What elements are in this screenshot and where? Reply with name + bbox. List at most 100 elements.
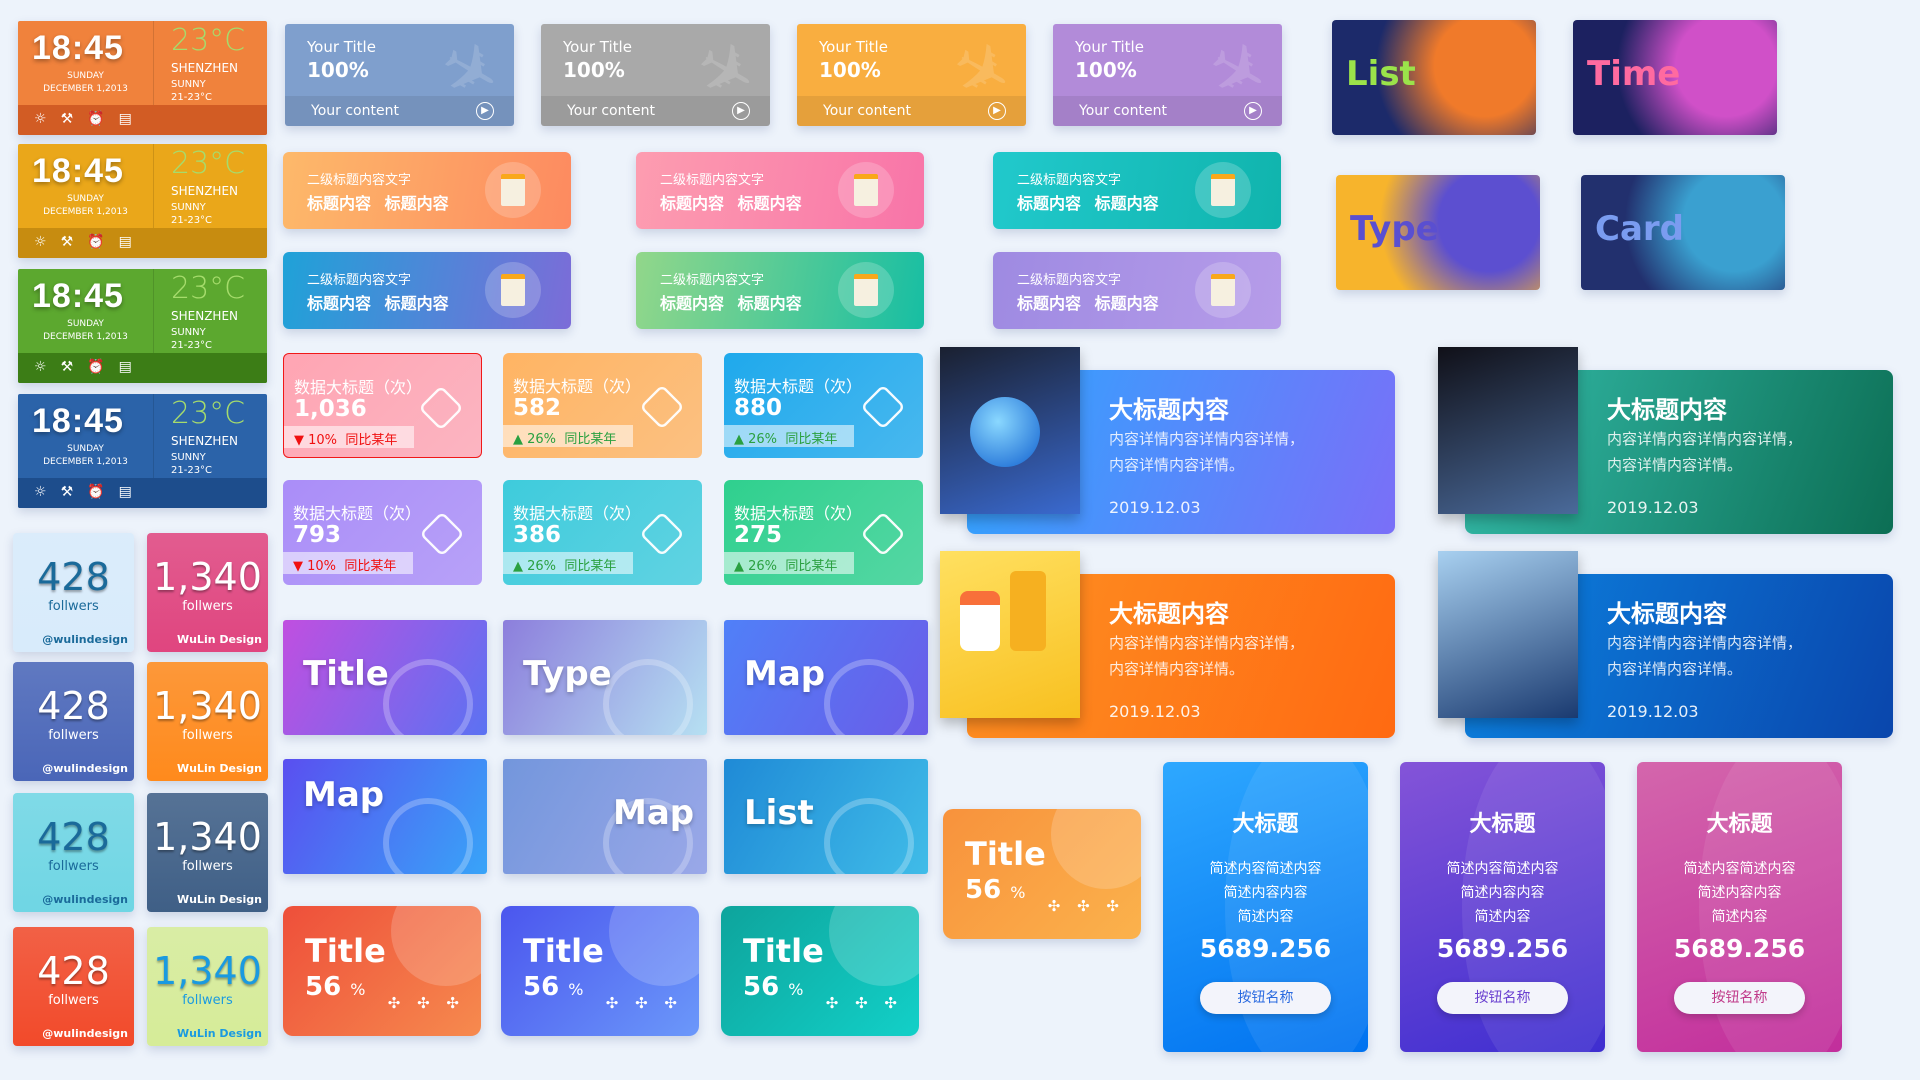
title-card[interactable]: ✈ Your Title 100% Your content ▶ — [541, 24, 770, 126]
follower-card[interactable]: 428 follwers @wulindesign — [13, 662, 134, 781]
arrow-right-icon[interactable]: ▶ — [476, 102, 494, 120]
wrench-icon[interactable]: ⚒ — [61, 111, 74, 129]
alarm-icon[interactable]: ⏰ — [87, 484, 104, 502]
secondary-title-card[interactable]: 二级标题内容文字 标题内容 标题内容 — [993, 152, 1281, 229]
image-card[interactable]: Type — [1336, 175, 1540, 290]
card-date: 2019.12.03 — [1109, 702, 1201, 721]
percent-unit: % — [788, 980, 804, 999]
secondary-title-card[interactable]: 二级标题内容文字 标题内容 标题内容 — [283, 252, 571, 329]
follower-handle: @wulindesign — [42, 893, 128, 906]
percent-card[interactable]: Title 56 % ✣ ✣ ✣ — [501, 906, 699, 1036]
image-card[interactable]: Time — [1573, 20, 1777, 135]
secondary-title-card[interactable]: 二级标题内容文字 标题内容 标题内容 — [993, 252, 1281, 329]
title-card[interactable]: ✈ Your Title 100% Your content ▶ — [285, 24, 514, 126]
cube-network-icon — [860, 511, 906, 557]
gradient-tile[interactable]: List — [724, 759, 928, 874]
wrench-icon[interactable]: ⚒ — [61, 484, 74, 502]
divider — [153, 144, 154, 228]
follower-handle: @wulindesign — [42, 633, 128, 646]
bulb-icon[interactable]: ☼ — [34, 111, 47, 129]
contact-card-icon[interactable]: ▤ — [119, 359, 132, 377]
data-stat-card[interactable]: 数据大标题（次） 275 ▲ 26% 同比某年 — [724, 480, 923, 585]
follower-label: follwers — [48, 728, 99, 743]
follower-card[interactable]: 1,340 follwers WuLin Design — [147, 533, 268, 652]
wrench-icon[interactable]: ⚒ — [61, 359, 74, 377]
follower-label: follwers — [182, 993, 233, 1008]
percent-card[interactable]: Title 56 % ✣ ✣ ✣ — [943, 809, 1141, 939]
card-description: 内容详情内容详情内容详情， — [1607, 430, 1803, 448]
contact-card-icon[interactable]: ▤ — [119, 111, 132, 129]
bulb-icon[interactable]: ☼ — [34, 234, 47, 252]
gradient-tile[interactable]: Map — [503, 759, 707, 874]
action-button[interactable]: 按钮名称 — [1200, 982, 1331, 1014]
clock-time: 18:45 — [32, 152, 124, 190]
follower-card[interactable]: 428 follwers @wulindesign — [13, 927, 134, 1046]
stat-title: 数据大标题（次） — [294, 378, 423, 397]
follower-card[interactable]: 428 follwers @wulindesign — [13, 793, 134, 912]
move-icons[interactable]: ✣ ✣ ✣ — [388, 994, 465, 1012]
date: DECEMBER 1,2013 — [43, 332, 128, 342]
wrench-icon[interactable]: ⚒ — [61, 234, 74, 252]
title-card[interactable]: ✈ Your Title 100% Your content ▶ — [1053, 24, 1282, 126]
alarm-icon[interactable]: ⏰ — [87, 359, 104, 377]
triangle-up-icon: ▲ — [513, 432, 523, 447]
notepad-icon — [838, 262, 894, 318]
action-button[interactable]: 按钮名称 — [1674, 982, 1805, 1014]
card-description: 内容详情内容详情。 — [1109, 660, 1245, 678]
data-stat-card[interactable]: 数据大标题（次） 880 ▲ 26% 同比某年 — [724, 353, 923, 458]
bulb-icon[interactable]: ☼ — [34, 484, 47, 502]
arrow-right-icon[interactable]: ▶ — [1244, 102, 1262, 120]
data-stat-card[interactable]: 数据大标题（次） 582 ▲ 26% 同比某年 — [503, 353, 702, 458]
follower-card[interactable]: 1,340 follwers WuLin Design — [147, 662, 268, 781]
image-card[interactable]: Card — [1581, 175, 1785, 290]
card-photo — [940, 551, 1080, 718]
follower-card[interactable]: 1,340 follwers WuLin Design — [147, 793, 268, 912]
card-value: 5689.256 — [1673, 934, 1806, 963]
data-stat-card[interactable]: 数据大标题（次） 386 ▲ 26% 同比某年 — [503, 480, 702, 585]
percent-card[interactable]: Title 56 % ✣ ✣ ✣ — [721, 906, 919, 1036]
arrow-right-icon[interactable]: ▶ — [732, 102, 750, 120]
weather-widget: 18:45 SUNDAY DECEMBER 1,2013 23°C SHENZH… — [18, 269, 267, 383]
follower-card[interactable]: 1,340 follwers WuLin Design — [147, 927, 268, 1046]
divider — [153, 394, 154, 478]
stat-percent: 26% — [748, 559, 778, 574]
card-title: 大标题 — [1469, 812, 1536, 837]
follower-label: follwers — [48, 859, 99, 874]
move-icons[interactable]: ✣ ✣ ✣ — [606, 994, 683, 1012]
percent-card[interactable]: Title 56 % ✣ ✣ ✣ — [283, 906, 481, 1036]
secondary-title-card[interactable]: 二级标题内容文字 标题内容 标题内容 — [283, 152, 571, 229]
stat-note: 同比某年 — [564, 559, 617, 574]
card-title: 标题内容 标题内容 — [660, 194, 802, 213]
data-stat-card[interactable]: 数据大标题（次） 793 ▼ 10% 同比某年 — [283, 480, 482, 585]
cube-network-icon — [419, 511, 465, 557]
gradient-tile[interactable]: Map — [283, 759, 487, 874]
decorative-blob — [609, 906, 699, 986]
data-stat-card[interactable]: 数据大标题（次） 1,036 ▼ 10% 同比某年 — [283, 353, 482, 458]
follower-count: 428 — [37, 555, 110, 599]
image-card[interactable]: List — [1332, 20, 1536, 135]
card-title: Your Title — [563, 38, 632, 56]
contact-card-icon[interactable]: ▤ — [119, 484, 132, 502]
card-content: Your content — [1079, 103, 1167, 119]
move-icons[interactable]: ✣ ✣ ✣ — [1048, 897, 1125, 915]
alarm-icon[interactable]: ⏰ — [87, 111, 104, 129]
stat-value: 880 — [734, 395, 783, 421]
contact-card-icon[interactable]: ▤ — [119, 234, 132, 252]
follower-card[interactable]: 428 follwers @wulindesign — [13, 533, 134, 652]
action-button[interactable]: 按钮名称 — [1437, 982, 1568, 1014]
arrow-right-icon[interactable]: ▶ — [988, 102, 1006, 120]
secondary-title-card[interactable]: 二级标题内容文字 标题内容 标题内容 — [636, 152, 924, 229]
gradient-tile[interactable]: Type — [503, 620, 707, 735]
bulb-icon[interactable]: ☼ — [34, 359, 47, 377]
weather-widget: 18:45 SUNDAY DECEMBER 1,2013 23°C SHENZH… — [18, 21, 267, 135]
gradient-tile[interactable]: Title — [283, 620, 487, 735]
title-card[interactable]: ✈ Your Title 100% Your content ▶ — [797, 24, 1026, 126]
alarm-icon[interactable]: ⏰ — [87, 234, 104, 252]
follower-count: 428 — [37, 815, 110, 859]
move-icons[interactable]: ✣ ✣ ✣ — [826, 994, 903, 1012]
card-title: 大标题内容 — [1109, 396, 1229, 424]
gradient-tile[interactable]: Map — [724, 620, 928, 735]
target-icon — [383, 659, 473, 735]
secondary-title-card[interactable]: 二级标题内容文字 标题内容 标题内容 — [636, 252, 924, 329]
wave-icon — [603, 659, 693, 735]
